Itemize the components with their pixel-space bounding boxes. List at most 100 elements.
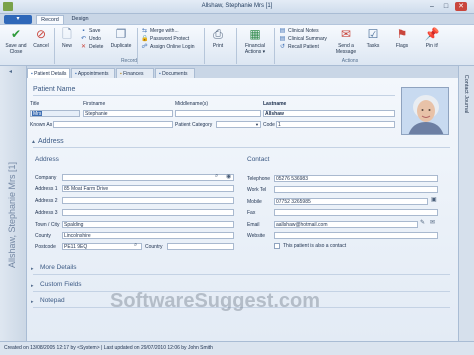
- patient-category-select[interactable]: ▼: [216, 121, 261, 128]
- address-1-field[interactable]: 85 Moat Farm Drive: [62, 185, 234, 192]
- ribbon-separator: [236, 28, 237, 64]
- address-3-field[interactable]: [62, 209, 234, 216]
- postcode-search-icon[interactable]: ⌕: [134, 242, 137, 249]
- company-field[interactable]: [62, 174, 234, 181]
- app-menu-button[interactable]: ▾: [4, 15, 32, 24]
- edit-icon[interactable]: ✎: [420, 219, 425, 226]
- patient-photo[interactable]: [401, 87, 449, 135]
- flags-button[interactable]: ⚑ Flags: [391, 27, 413, 49]
- collapse-arrow-icon[interactable]: ▲: [31, 139, 36, 145]
- new-button[interactable]: 🗋 New: [57, 27, 77, 49]
- address-2-field[interactable]: [62, 197, 234, 204]
- telephone-label: Telephone: [247, 176, 271, 182]
- address-section-heading: Address: [38, 138, 64, 145]
- expand-arrow-icon[interactable]: ▸: [31, 299, 34, 305]
- save-label: Save: [89, 28, 101, 34]
- lastname-field[interactable]: Allshaw: [263, 110, 395, 117]
- postcode-field[interactable]: PE11 9EQ: [62, 243, 142, 250]
- expand-arrow-icon[interactable]: ▸: [31, 283, 34, 289]
- expand-arrow-icon[interactable]: ▸: [31, 266, 34, 272]
- maximize-button[interactable]: □: [440, 2, 452, 11]
- code-field[interactable]: 1: [276, 121, 395, 128]
- new-document-icon: 🗋: [62, 27, 72, 41]
- assign-online-login-label: Assign Online Login: [150, 44, 195, 50]
- recall-patient-button[interactable]: ↺ Recall Patient: [279, 44, 319, 51]
- more-details-heading[interactable]: More Details: [40, 264, 76, 271]
- cancel-icon: ⊘: [35, 27, 47, 41]
- tasks-icon: ☑: [367, 27, 379, 41]
- save-button[interactable]: ▪ Save: [80, 28, 100, 35]
- work-tel-field[interactable]: [274, 186, 438, 193]
- email-icon[interactable]: ✉: [430, 219, 435, 226]
- send-message-button[interactable]: ✉ Send a Message: [332, 27, 360, 55]
- collapse-icon[interactable]: ◂: [9, 68, 18, 76]
- clinical-notes-button[interactable]: ▤ Clinical Notes: [279, 28, 319, 35]
- tab-finances[interactable]: ▪ Finances: [116, 68, 154, 78]
- send-message-label-2: Message: [335, 49, 357, 55]
- custom-fields-heading[interactable]: Custom Fields: [40, 281, 82, 288]
- postcode-label: Postcode: [35, 244, 56, 250]
- tab-design[interactable]: Design: [66, 15, 94, 24]
- town-city-field[interactable]: Spalding: [62, 221, 234, 228]
- minimize-button[interactable]: –: [426, 2, 438, 11]
- mobile-field[interactable]: 07752 3265985: [274, 198, 428, 205]
- login-icon: ☍: [141, 44, 148, 50]
- recall-patient-label: Recall Patient: [288, 44, 319, 50]
- delete-button[interactable]: ✕ Delete: [80, 44, 103, 51]
- search-icon[interactable]: ⌕: [215, 173, 218, 180]
- save-and-close-button[interactable]: ✔ Save and Close: [3, 27, 29, 55]
- title-label: Title: [30, 101, 40, 107]
- sms-icon[interactable]: ▣: [431, 196, 437, 203]
- county-label: County: [35, 233, 51, 239]
- work-tel-label: Work Tel: [247, 187, 267, 193]
- undo-button[interactable]: ↶ Undo: [80, 36, 101, 43]
- contact-journal-label: Contact Journal: [463, 74, 469, 114]
- telephone-field[interactable]: 05276 536983: [274, 175, 438, 182]
- financial-actions-button[interactable]: ▦ Financial Actions ▾: [239, 27, 271, 55]
- close-window-button[interactable]: ✕: [455, 2, 467, 11]
- print-label: Print: [212, 43, 224, 49]
- summary-icon: ▤: [279, 36, 286, 42]
- tab-record[interactable]: Record: [36, 15, 64, 24]
- pin-it-button[interactable]: 📌 Pin it!: [421, 27, 443, 49]
- firstname-field[interactable]: Stephanie: [83, 110, 173, 117]
- pin-it-label: Pin it!: [425, 43, 439, 49]
- print-button[interactable]: ⎙ Print: [207, 27, 229, 49]
- known-as-field[interactable]: [53, 121, 173, 128]
- clinical-summary-label: Clinical Summary: [288, 36, 327, 42]
- duplicate-icon: ❐: [115, 27, 127, 41]
- also-contact-checkbox[interactable]: [274, 243, 280, 249]
- county-field[interactable]: Lincolnshire: [62, 232, 234, 239]
- lastname-label: Lastname: [263, 101, 287, 107]
- tab-documents[interactable]: ▪ Documents: [155, 68, 195, 78]
- merge-button[interactable]: ⇆ Merge with...: [141, 28, 179, 35]
- delete-icon: ✕: [80, 44, 87, 50]
- contact-journal-bar[interactable]: Contact Journal: [458, 66, 474, 341]
- title-value: Mrs: [32, 111, 43, 117]
- printer-icon: ⎙: [213, 27, 223, 41]
- cancel-button[interactable]: ⊘ Cancel: [30, 27, 52, 49]
- email-field[interactable]: aallshaw@hotmail.com: [274, 221, 418, 228]
- country-field[interactable]: [167, 243, 234, 250]
- notepad-heading[interactable]: Notepad: [40, 297, 65, 304]
- password-protect-button[interactable]: 🔒 Password Protect: [141, 36, 189, 43]
- tab-appointments[interactable]: ▪ Appointments: [71, 68, 115, 78]
- save-icon: ▪: [82, 28, 85, 34]
- patient-photo-image: [402, 88, 448, 134]
- assign-online-login-button[interactable]: ☍ Assign Online Login: [141, 44, 194, 51]
- flags-label: Flags: [395, 43, 409, 49]
- tab-patient-details[interactable]: ▪ Patient Details: [27, 68, 70, 78]
- company-label: Company: [35, 175, 57, 181]
- group-record-label: Record: [120, 58, 138, 64]
- lookup-icon[interactable]: ◉: [226, 173, 231, 180]
- duplicate-button[interactable]: ❐ Duplicate: [108, 27, 134, 49]
- middlename-field[interactable]: [175, 110, 261, 117]
- clinical-summary-button[interactable]: ▤ Clinical Summary: [279, 36, 327, 43]
- sidebar-patient-name: Allshaw, Stephanie Mrs [1]: [7, 161, 17, 269]
- tasks-button[interactable]: ☑ Tasks: [362, 27, 384, 49]
- mobile-label: Mobile: [247, 199, 262, 205]
- website-field[interactable]: [274, 232, 438, 239]
- title-select[interactable]: Mrs: [30, 110, 80, 117]
- fax-field[interactable]: [274, 209, 438, 216]
- flag-icon: ⚑: [396, 27, 408, 41]
